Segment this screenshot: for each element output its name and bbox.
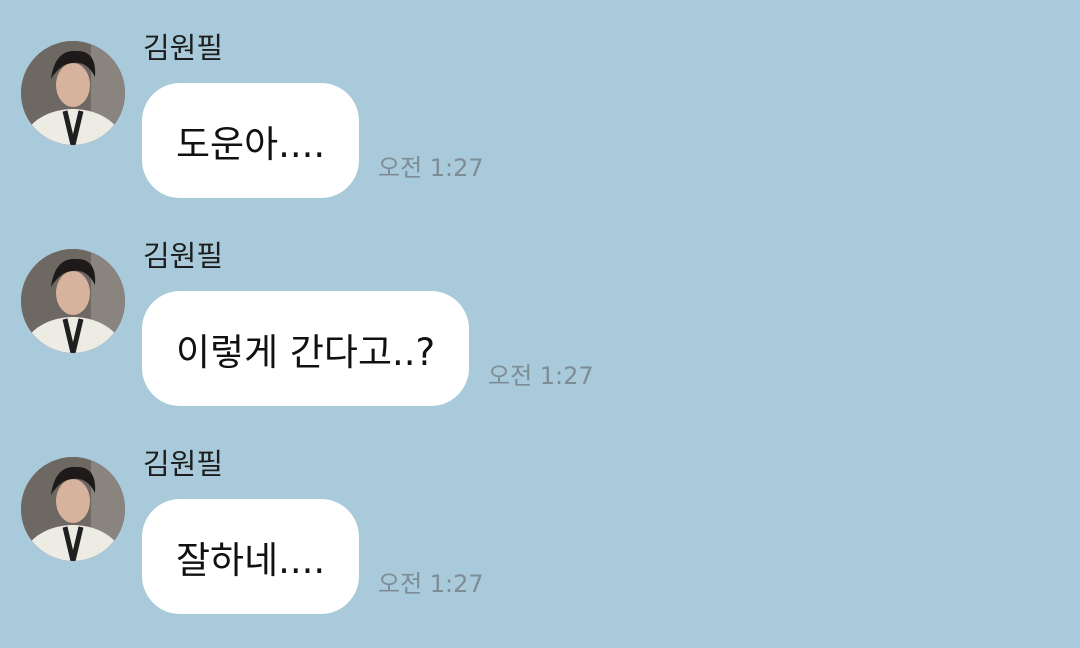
message-bubble[interactable]: 잘하네.... xyxy=(142,499,360,614)
chat-message: 김원필 도운아.... 오전 1:27 xyxy=(0,0,1080,198)
sender-name: 김원필 xyxy=(143,31,224,65)
message-time: 오전 1:27 xyxy=(488,362,594,390)
message-bubble[interactable]: 도운아.... xyxy=(142,83,360,198)
profile-photo-icon xyxy=(21,249,125,353)
avatar[interactable] xyxy=(21,41,125,145)
profile-photo-icon xyxy=(21,457,125,561)
message-time: 오전 1:27 xyxy=(378,570,484,598)
chat-message: 김원필 이렇게 간다고..? 오전 1:27 xyxy=(0,208,1080,406)
avatar[interactable] xyxy=(21,457,125,561)
chat-message: 김원필 잘하네.... 오전 1:27 xyxy=(0,416,1080,614)
sender-name: 김원필 xyxy=(143,447,224,481)
message-bubble[interactable]: 이렇게 간다고..? xyxy=(142,291,470,406)
message-time: 오전 1:27 xyxy=(378,154,484,182)
sender-name: 김원필 xyxy=(143,239,224,273)
avatar[interactable] xyxy=(21,249,125,353)
profile-photo-icon xyxy=(21,41,125,145)
